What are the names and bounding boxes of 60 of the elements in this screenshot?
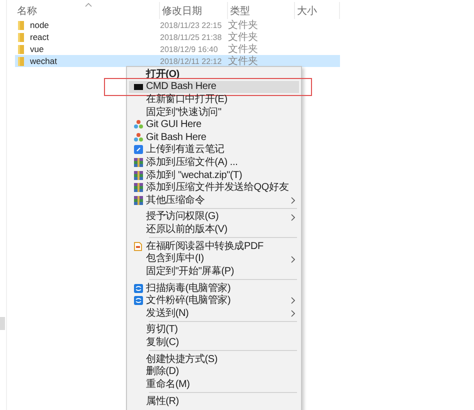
console-icon <box>134 84 142 90</box>
menu-item[interactable]: Git Bash Here <box>129 130 299 144</box>
modified-date: 2018/11/25 21:38 <box>160 32 223 42</box>
menu-item[interactable]: 添加到压缩文件并发送给QQ好友 <box>129 181 299 194</box>
archive-icon <box>134 158 142 167</box>
menu-item[interactable]: 文件粉碎(电脑管家) <box>129 294 299 307</box>
menu-item[interactable]: 添加到压缩文件(A) ... <box>129 156 299 169</box>
menu-item[interactable]: 复制(C) <box>129 336 299 349</box>
file-name: node <box>30 20 49 30</box>
menu-item[interactable]: 添加到 "wechat.zip"(T) <box>129 168 299 182</box>
menu-item[interactable]: 上传到有道云笔记 <box>129 144 299 156</box>
menu-item[interactable]: 属性(R) <box>129 394 299 408</box>
column-header[interactable]: 类型 <box>230 4 250 18</box>
menu-item[interactable]: 还原以前的版本(V) <box>129 223 299 236</box>
archive-icon <box>134 196 142 205</box>
menu-item[interactable]: 在福昕阅读器中转换成PDF <box>129 240 299 252</box>
file-type: 文件夹 <box>228 30 259 44</box>
menu-item[interactable]: 删除(D) <box>129 366 299 378</box>
modified-date: 2018/11/23 22:15 <box>160 20 223 30</box>
file-type: 文件夹 <box>228 54 259 68</box>
file-name: react <box>30 32 49 42</box>
menu-item[interactable]: 其他压缩命令 <box>129 194 299 207</box>
menu-item[interactable]: 固定到"快速访问" <box>129 106 299 118</box>
shield-icon <box>134 284 142 293</box>
menu-item[interactable]: 创建快捷方式(S) <box>129 352 299 366</box>
archive-icon <box>134 170 142 180</box>
column-header[interactable]: 名称 <box>17 4 37 18</box>
document-icon <box>134 242 142 251</box>
folder-icon <box>18 20 24 30</box>
menu-item[interactable]: 剪切(T) <box>129 324 299 336</box>
note-icon <box>134 145 142 154</box>
file-name: vue <box>30 44 44 54</box>
folder-icon <box>18 56 24 66</box>
menu-item[interactable]: Git GUI Here <box>129 118 299 131</box>
folder-row[interactable]: node 2018/11/23 22:15 文件夹 <box>15 19 340 31</box>
menu-item[interactable]: 授予访问权限(G) <box>129 210 299 224</box>
menu-item[interactable]: 重命名(M) <box>129 378 299 391</box>
column-header[interactable]: 修改日期 <box>162 4 202 18</box>
file-type: 文件夹 <box>228 42 259 56</box>
scrollbar-thumb[interactable] <box>0 317 5 330</box>
menu-item[interactable]: 固定到"开始"屏幕(P) <box>129 265 299 278</box>
git-icon <box>134 120 142 130</box>
menu-item[interactable]: 扫描病毒(电脑管家) <box>129 282 299 294</box>
folder-icon <box>18 44 24 54</box>
folder-row[interactable]: wechat 2018/12/11 22:12 文件夹 <box>15 55 340 67</box>
modified-date: 2018/12/9 16:40 <box>160 44 219 54</box>
menu-item[interactable]: 包含到库中(I) <box>129 252 299 266</box>
modified-date: 2018/12/11 22:12 <box>160 56 223 66</box>
folder-row[interactable]: vue 2018/12/9 16:40 文件夹 <box>15 43 340 55</box>
column-header[interactable]: 大小 <box>297 4 317 18</box>
git-icon <box>134 132 142 142</box>
folder-icon <box>18 32 24 42</box>
shield-icon <box>134 296 142 306</box>
file-type: 文件夹 <box>228 18 259 32</box>
menu-item[interactable]: 发送到(N) <box>129 306 299 320</box>
archive-icon <box>134 183 142 192</box>
file-name: wechat <box>30 56 57 66</box>
menu-item[interactable]: CMD Bash Here <box>129 80 299 94</box>
menu-item[interactable]: 在新窗口中打开(E) <box>129 93 299 106</box>
folder-row[interactable]: react 2018/11/25 21:38 文件夹 <box>15 31 340 43</box>
